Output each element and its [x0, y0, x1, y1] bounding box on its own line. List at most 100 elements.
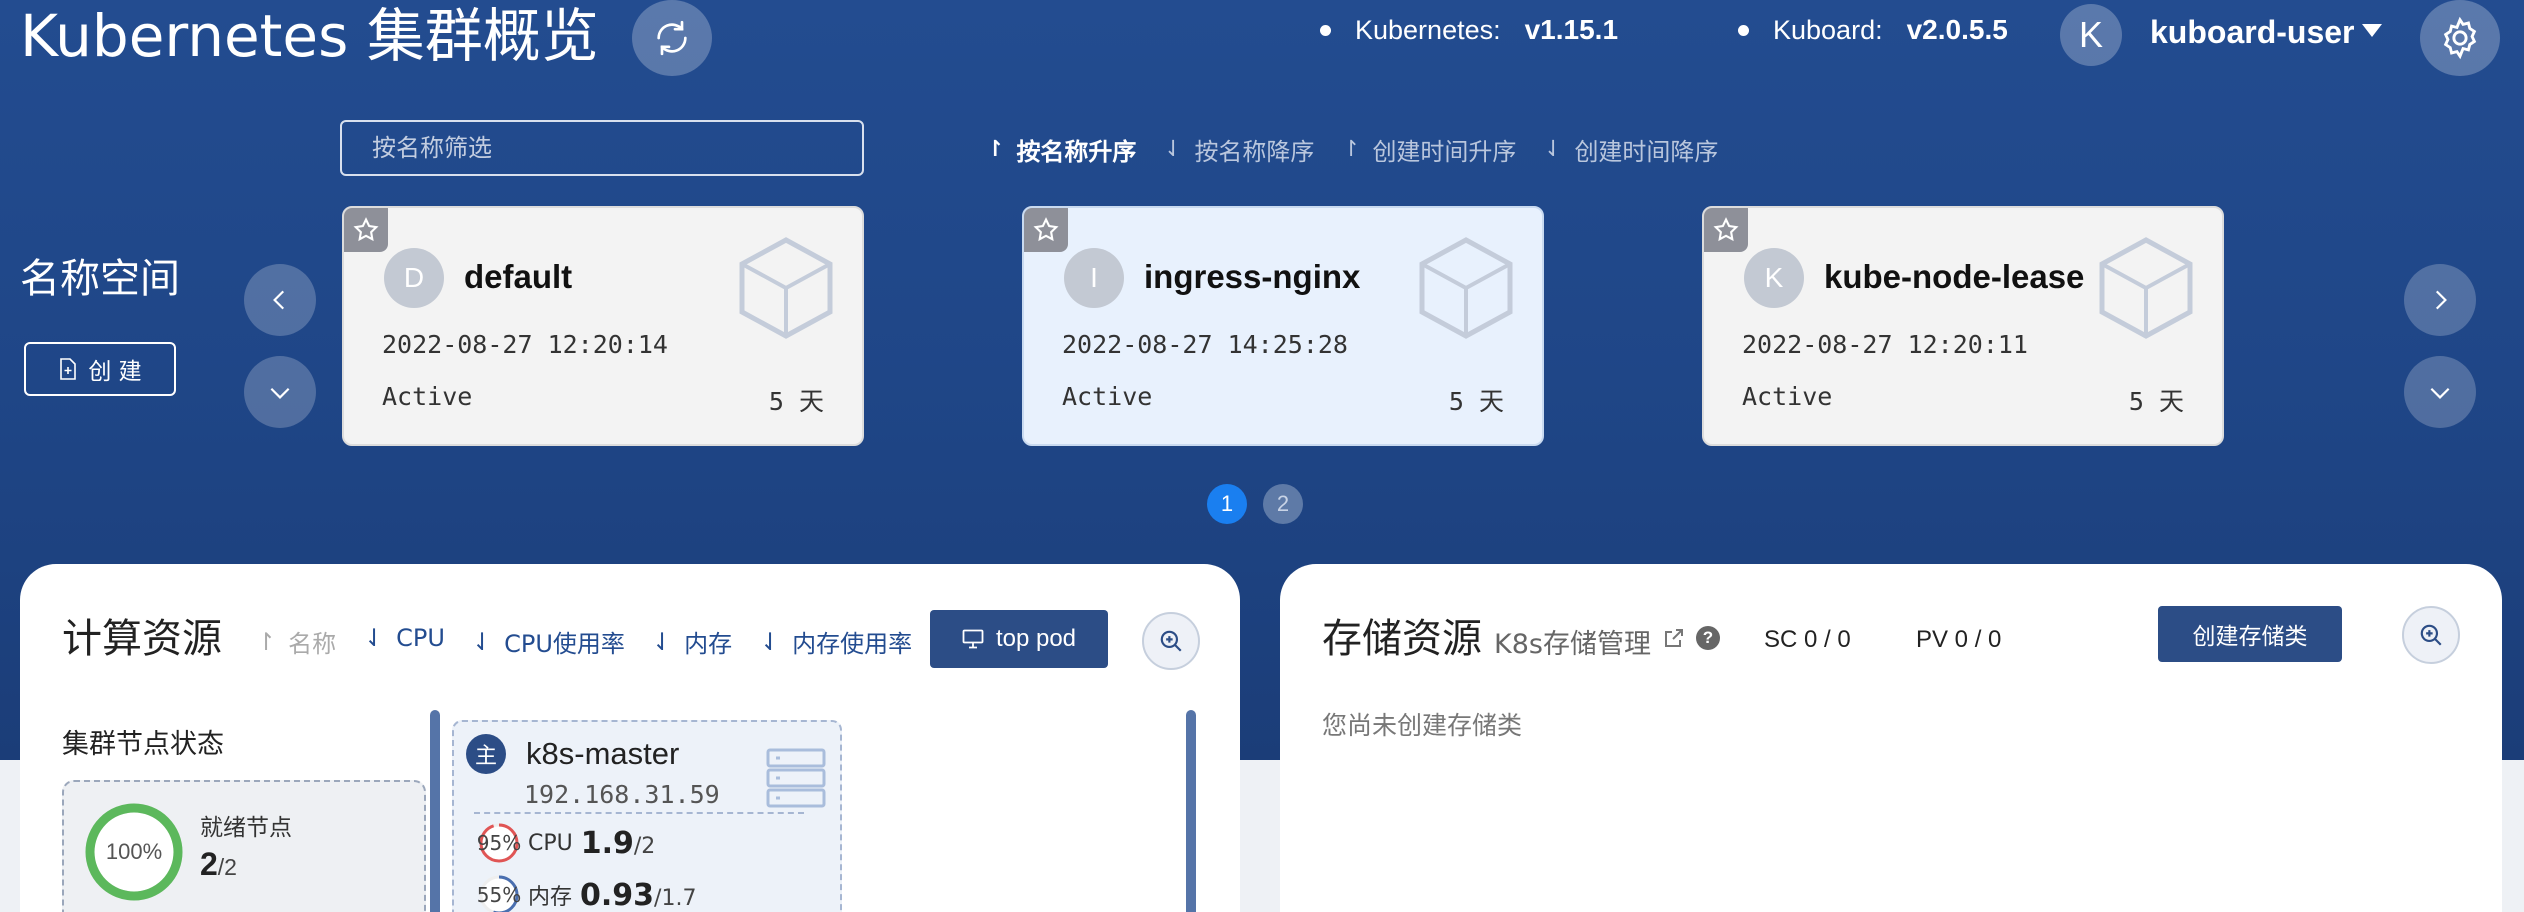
chevron-left-icon: [273, 290, 285, 310]
namespace-expand-button[interactable]: [244, 356, 316, 428]
help-icon[interactable]: ?: [1696, 626, 1720, 650]
favorite-star-button[interactable]: [1024, 208, 1068, 252]
k8s-bullet-icon: [1320, 24, 1331, 36]
cluster-node-status-title: 集群节点状态: [62, 729, 224, 760]
page-2-button[interactable]: 2: [1263, 484, 1303, 524]
sort-up-icon: ↾: [986, 137, 1005, 162]
compute-sort-memory[interactable]: ⇃ 内存: [652, 624, 732, 659]
namespace-next-button[interactable]: [2404, 264, 2476, 336]
refresh-button[interactable]: [632, 0, 712, 76]
persistent-volume-count: PV 0 / 0: [1916, 626, 2002, 653]
namespace-card[interactable]: D default 2022-08-27 12:20:14 Active 5 天: [342, 206, 864, 446]
namespace-avatar: D: [384, 248, 444, 308]
compute-sort-cpu-usage[interactable]: ⇃ CPU使用率: [472, 624, 625, 659]
namespace-prev-button[interactable]: [244, 264, 316, 336]
ready-nodes-card: 100% 就绪节点 2 /2: [62, 780, 426, 912]
sort-time-asc[interactable]: ↾ 创建时间升序: [1342, 132, 1516, 167]
compute-sort-memory-usage[interactable]: ⇃ 内存使用率: [760, 624, 912, 659]
top-pod-button[interactable]: top pod: [930, 610, 1108, 668]
ready-percent: 100%: [105, 839, 163, 864]
compute-sort-name-label: 名称: [288, 630, 337, 658]
create-namespace-label: 创 建: [88, 359, 142, 385]
chevron-right-icon: [2435, 290, 2447, 310]
server-icon: [766, 748, 826, 808]
zoom-in-icon: [2420, 624, 2442, 646]
kuboard-bullet-icon: [1738, 24, 1749, 36]
create-storage-class-button[interactable]: 创建存储类: [2158, 606, 2342, 662]
namespace-name[interactable]: ingress-nginx: [1144, 258, 1360, 296]
namespace-filter-input[interactable]: [340, 120, 864, 176]
favorite-star-button[interactable]: [1704, 208, 1748, 252]
kuboard-version-info: Kuboard: v2.0.5.5: [1738, 14, 2008, 46]
namespace-card[interactable]: I ingress-nginx 2022-08-27 14:25:28 Acti…: [1022, 206, 1544, 446]
user-menu-name[interactable]: kuboard-user: [2150, 14, 2354, 51]
cpu-percent: 95%: [476, 831, 522, 855]
compute-sort-memory-label: 内存: [684, 630, 733, 658]
compute-sort-memory-usage-label: 内存使用率: [792, 630, 913, 658]
memory-label: 内存: [528, 885, 573, 910]
chevron-down-icon: [2430, 387, 2450, 399]
sort-name-desc-label: 按名称降序: [1194, 138, 1315, 166]
favorite-star-button[interactable]: [344, 208, 388, 252]
sort-down-icon: ⇃: [1544, 137, 1563, 162]
node-memory-metric: 55% 内存 0.93 /1.7: [476, 874, 697, 912]
star-icon: [1713, 217, 1739, 242]
namespace-age: 5 天: [768, 387, 824, 416]
sort-time-desc[interactable]: ⇃ 创建时间降序: [1544, 132, 1718, 167]
create-namespace-button[interactable]: 创 建: [24, 342, 176, 396]
top-pod-label: top pod: [995, 625, 1077, 652]
node-card[interactable]: 主 k8s-master 192.168.31.59 95% CPU 1.9 /…: [452, 720, 842, 912]
star-icon: [353, 217, 379, 242]
sort-down-icon: ⇃: [760, 627, 781, 656]
namespace-card[interactable]: K kube-node-lease 2022-08-27 12:20:11 Ac…: [1702, 206, 2224, 446]
namespace-status: Active: [1742, 382, 1833, 411]
namespace-name[interactable]: kube-node-lease: [1824, 258, 2084, 296]
settings-button[interactable]: [2420, 0, 2500, 76]
cube-icon: [739, 237, 833, 339]
storage-empty-message: 您尚未创建存储类: [1322, 711, 1523, 740]
user-avatar[interactable]: K: [2060, 4, 2122, 66]
namespace-section-label: 名称空间: [20, 256, 180, 302]
namespace-avatar: I: [1064, 248, 1124, 308]
namespace-avatar: K: [1744, 248, 1804, 308]
sort-time-desc-label: 创建时间降序: [1574, 138, 1719, 166]
namespace-created-time: 2022-08-27 14:25:28: [1062, 330, 1348, 359]
scroll-divider: [1186, 710, 1196, 912]
node-ip: 192.168.31.59: [524, 780, 720, 809]
sort-name-asc[interactable]: ↾ 按名称升序: [986, 132, 1136, 167]
compute-sort-cpu-usage-label: CPU使用率: [504, 630, 625, 658]
compute-sort-cpu[interactable]: ⇃ CPU: [364, 624, 445, 652]
caret-down-icon[interactable]: [2362, 24, 2382, 37]
memory-total: /1.7: [654, 885, 697, 911]
sort-down-icon: ⇃: [1164, 137, 1183, 162]
namespace-status: Active: [382, 382, 473, 411]
namespace-collapse-button[interactable]: [2404, 356, 2476, 428]
storage-management-link[interactable]: K8s存储管理: [1494, 622, 1651, 661]
memory-value: 0.93: [580, 877, 655, 912]
namespace-created-time: 2022-08-27 12:20:14: [382, 330, 668, 359]
sort-up-icon: ↾: [1342, 137, 1361, 162]
sort-time-asc-label: 创建时间升序: [1372, 138, 1517, 166]
zoom-in-icon: [1160, 630, 1182, 652]
namespace-name[interactable]: default: [464, 258, 572, 296]
chevron-down-icon: [270, 387, 290, 399]
memory-percent: 55%: [476, 883, 522, 907]
node-name[interactable]: k8s-master: [526, 736, 679, 772]
storage-zoom-button[interactable]: [2402, 606, 2460, 664]
page-title: Kubernetes 集群概览: [20, 2, 599, 70]
scroll-divider: [430, 710, 440, 912]
cube-icon: [1419, 237, 1513, 339]
compute-zoom-button[interactable]: [1142, 612, 1200, 670]
external-link-icon[interactable]: [1662, 626, 1686, 650]
page-1-button[interactable]: 1: [1207, 484, 1247, 524]
sort-name-desc[interactable]: ⇃ 按名称降序: [1164, 132, 1314, 167]
ready-nodes-count: 2 /2: [200, 846, 237, 883]
star-icon: [1033, 217, 1059, 242]
cpu-value: 1.9: [580, 825, 634, 861]
namespace-age: 5 天: [2128, 387, 2184, 416]
sort-down-icon: ⇃: [364, 624, 385, 652]
node-cpu-metric: 95% CPU 1.9 /2: [476, 822, 655, 864]
compute-sort-name[interactable]: ↾ 名称: [256, 624, 336, 659]
monitor-icon: [962, 629, 984, 649]
k8s-version-info: Kubernetes: v1.15.1: [1320, 14, 1618, 46]
